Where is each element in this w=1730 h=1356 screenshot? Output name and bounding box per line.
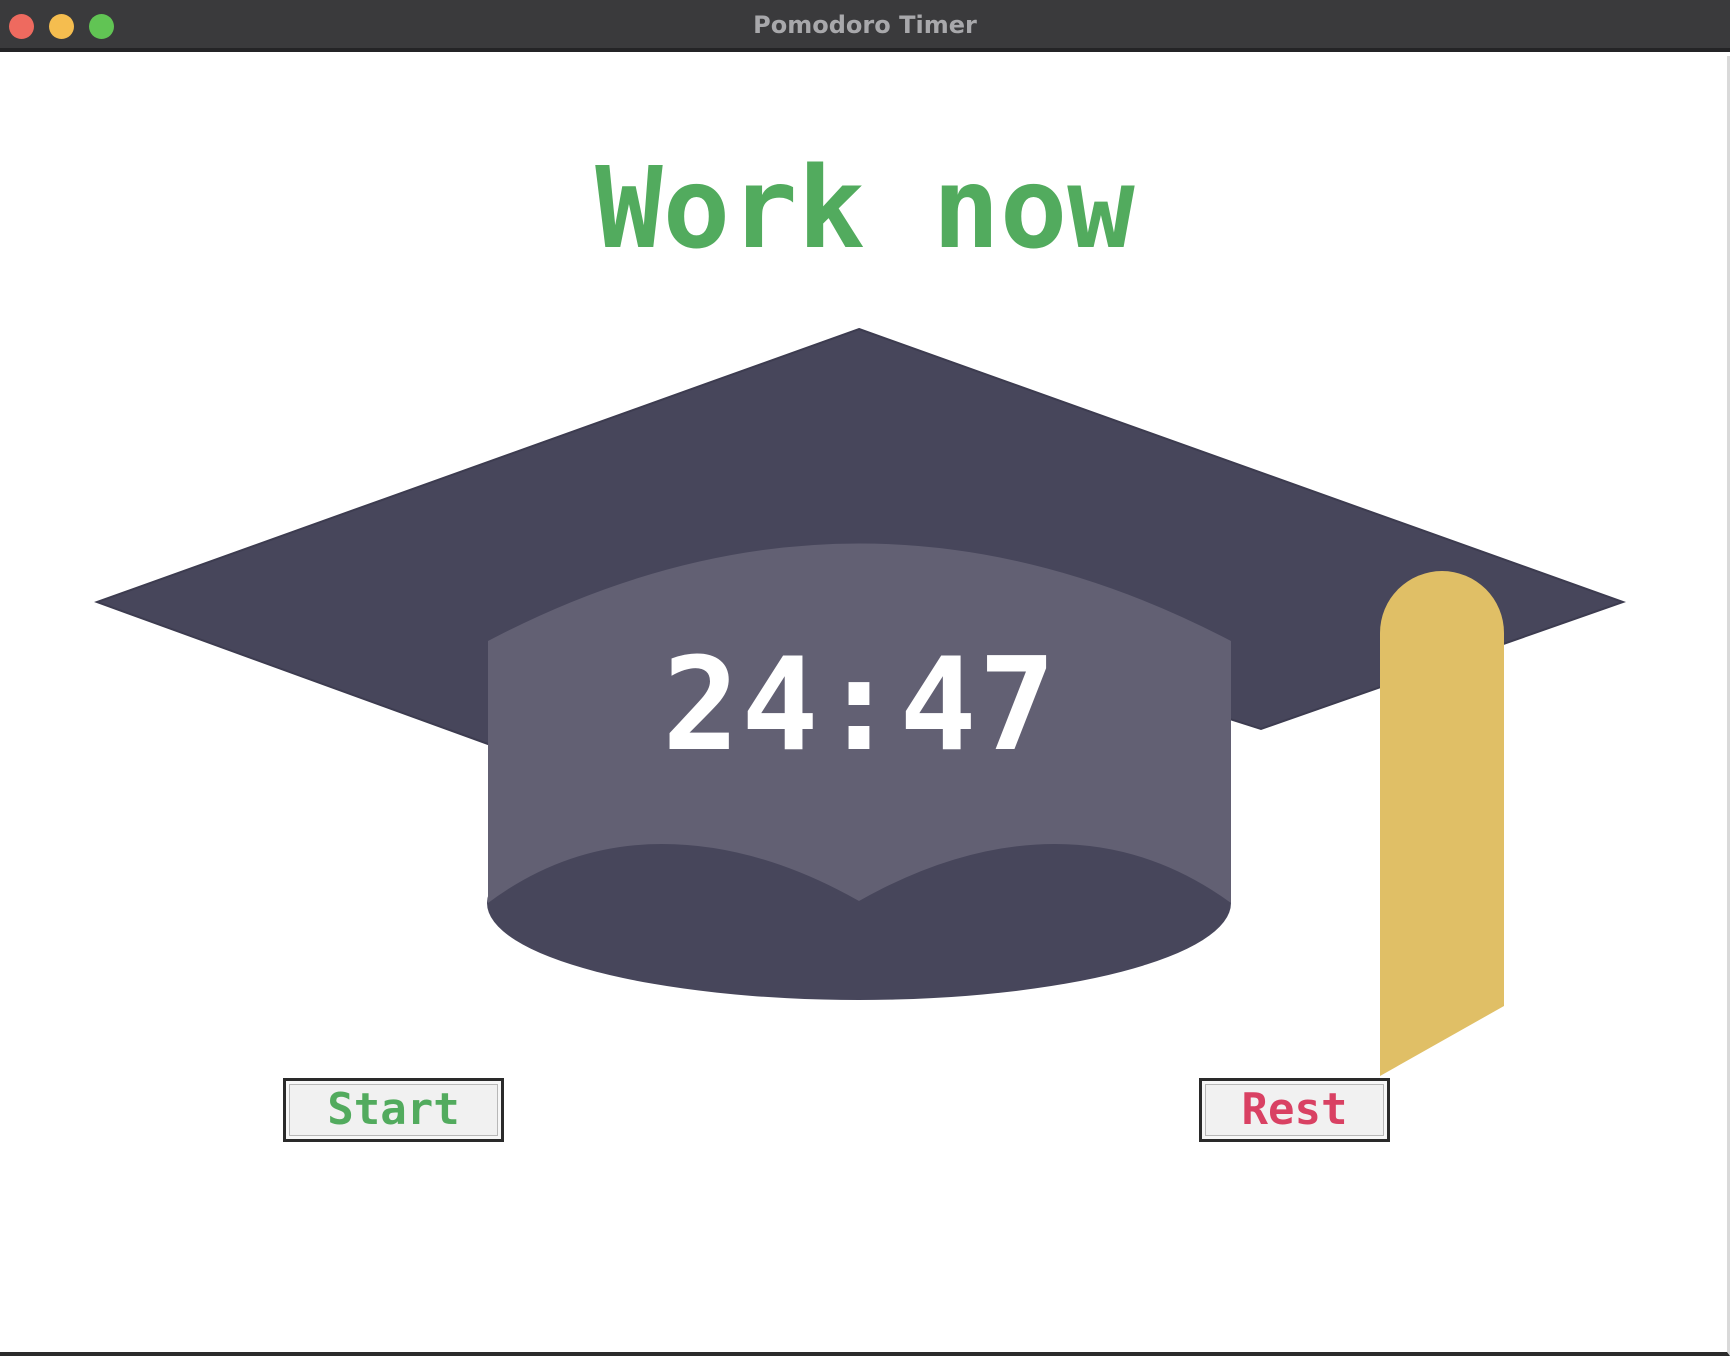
start-button[interactable]: Start — [283, 1078, 504, 1142]
tassel — [1380, 571, 1504, 1076]
window-title: Pomodoro Timer — [753, 11, 977, 39]
app-window: Pomodoro Timer Work now 24:47 Start Rest — [0, 0, 1730, 1356]
rest-button[interactable]: Rest — [1199, 1078, 1390, 1142]
title-bar[interactable]: Pomodoro Timer — [0, 0, 1730, 52]
main-content: Work now 24:47 Start Rest — [0, 56, 1730, 1356]
countdown-timer: 24:47 — [662, 631, 1058, 780]
